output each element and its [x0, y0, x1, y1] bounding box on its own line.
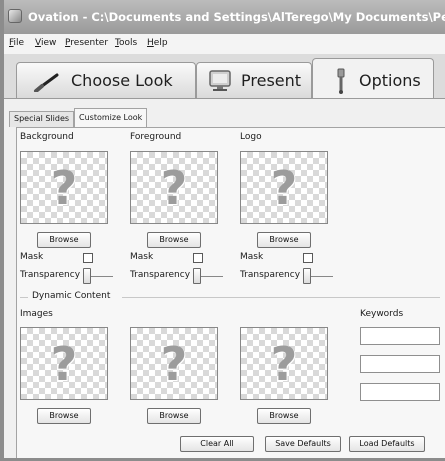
save-defaults-button[interactable]: Save Defaults [265, 436, 341, 452]
background-browse-button[interactable]: Browse [37, 232, 91, 248]
subtab-customize-look[interactable]: Customize Look [74, 108, 148, 127]
foreground-mask-label: Mask [130, 252, 154, 262]
logo-browse-button[interactable]: Browse [257, 232, 311, 248]
menu-file[interactable]: File [9, 38, 24, 48]
main-tab-strip: Choose Look Present Options [4, 54, 445, 98]
menu-bar: File View Presenter Tools Help [4, 34, 445, 55]
background-transparency-slider[interactable] [83, 268, 91, 284]
logo-preview[interactable]: ? [240, 151, 328, 224]
background-label: Background [20, 132, 74, 142]
background-transparency-label: Transparency [20, 270, 81, 280]
logo-mask-label: Mask [240, 252, 264, 262]
dynamic-content-label: Dynamic Content [32, 291, 111, 301]
foreground-preview[interactable]: ? [130, 151, 218, 224]
dynamic-content-rule-left [20, 297, 28, 298]
monitor-icon [209, 70, 231, 91]
tab-present[interactable]: Present [196, 62, 312, 98]
menu-tools[interactable]: Tools [115, 38, 137, 48]
title-bar[interactable]: Ovation - C:\Documents and Settings\AlTe… [4, 0, 445, 34]
dynamic-image-preview-2[interactable]: ? [130, 327, 218, 400]
tab-present-label: Present [241, 71, 302, 90]
foreground-label: Foreground [130, 132, 182, 142]
logo-mask-checkbox[interactable] [303, 253, 313, 263]
foreground-browse-button[interactable]: Browse [147, 232, 201, 248]
keyword-input-2[interactable] [360, 355, 440, 373]
app-icon [8, 9, 22, 23]
question-mark-icon: ? [270, 337, 298, 391]
keyword-input-3[interactable] [360, 383, 440, 401]
window-title: Ovation - C:\Documents and Settings\AlTe… [28, 10, 445, 24]
clear-all-button[interactable]: Clear All [180, 436, 254, 452]
background-mask-checkbox[interactable] [83, 253, 93, 263]
tab-options-label: Options [359, 71, 421, 90]
dynamic-image-3-browse-button[interactable]: Browse [257, 408, 311, 424]
app-window: Ovation - C:\Documents and Settings\AlTe… [0, 0, 445, 461]
question-mark-icon: ? [270, 161, 298, 215]
dynamic-content-rule-right [122, 297, 440, 298]
logo-label: Logo [240, 132, 262, 142]
background-mask-label: Mask [20, 252, 44, 262]
keyword-input-1[interactable] [360, 327, 440, 345]
foreground-mask-checkbox[interactable] [193, 253, 203, 263]
tools-icon [337, 68, 345, 94]
tab-choose-look[interactable]: Choose Look [16, 62, 196, 98]
logo-transparency-slider[interactable] [303, 268, 311, 284]
options-panel: Special Slides Customize Look Background… [4, 98, 445, 458]
question-mark-icon: ? [50, 161, 78, 215]
dynamic-image-2-browse-button[interactable]: Browse [147, 408, 201, 424]
menu-presenter[interactable]: Presenter [65, 38, 108, 48]
brush-icon [34, 73, 59, 92]
logo-transparency-label: Transparency [240, 270, 301, 280]
question-mark-icon: ? [160, 337, 188, 391]
tab-options[interactable]: Options [312, 58, 434, 98]
background-preview[interactable]: ? [20, 151, 108, 224]
images-label: Images [20, 309, 53, 319]
tab-choose-look-label: Choose Look [71, 71, 173, 90]
question-mark-icon: ? [50, 337, 78, 391]
dynamic-image-preview-1[interactable]: ? [20, 327, 108, 400]
keywords-label: Keywords [360, 309, 404, 319]
foreground-transparency-slider[interactable] [193, 268, 201, 284]
subtab-special-slides[interactable]: Special Slides [9, 111, 75, 127]
question-mark-icon: ? [160, 161, 188, 215]
menu-view[interactable]: View [35, 38, 56, 48]
dynamic-image-1-browse-button[interactable]: Browse [37, 408, 91, 424]
dynamic-image-preview-3[interactable]: ? [240, 327, 328, 400]
foreground-transparency-label: Transparency [130, 270, 191, 280]
menu-help[interactable]: Help [147, 38, 168, 48]
load-defaults-button[interactable]: Load Defaults [349, 436, 425, 452]
